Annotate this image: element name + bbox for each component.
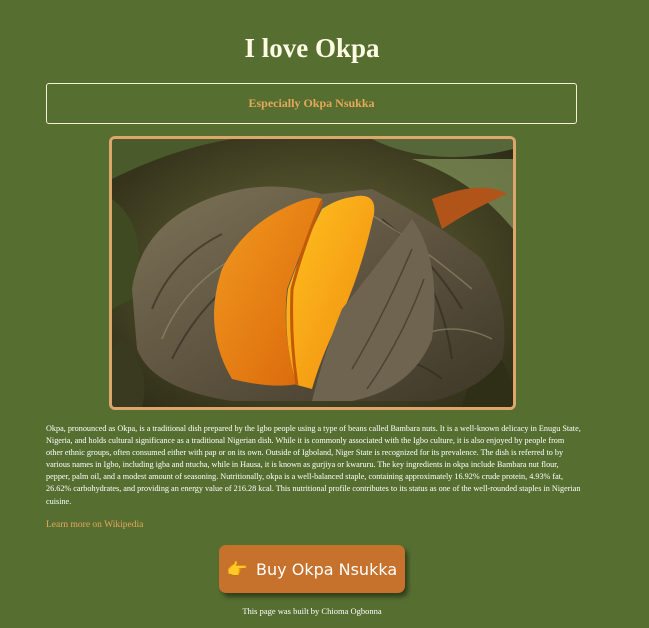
page-title: I love Okpa [244,33,380,63]
subtitle-text: Especially Okpa Nsukka [248,96,375,110]
okpa-photo [109,136,516,410]
subtitle-box: Especially Okpa Nsukka [46,83,577,124]
buy-okpa-button[interactable]: 👉 Buy Okpa Nsukka [219,545,405,593]
pointing-hand-icon: 👉 [226,559,249,579]
okpa-description: Okpa, pronounced as Okpa, is a tradition… [46,424,581,506]
okpa-illustration [112,139,513,407]
footer-credit: This page was built by Chioma Ogbonna [242,606,382,616]
wikipedia-link[interactable]: Learn more on Wikipedia [46,520,143,530]
buy-button-label: Buy Okpa Nsukka [256,559,398,579]
